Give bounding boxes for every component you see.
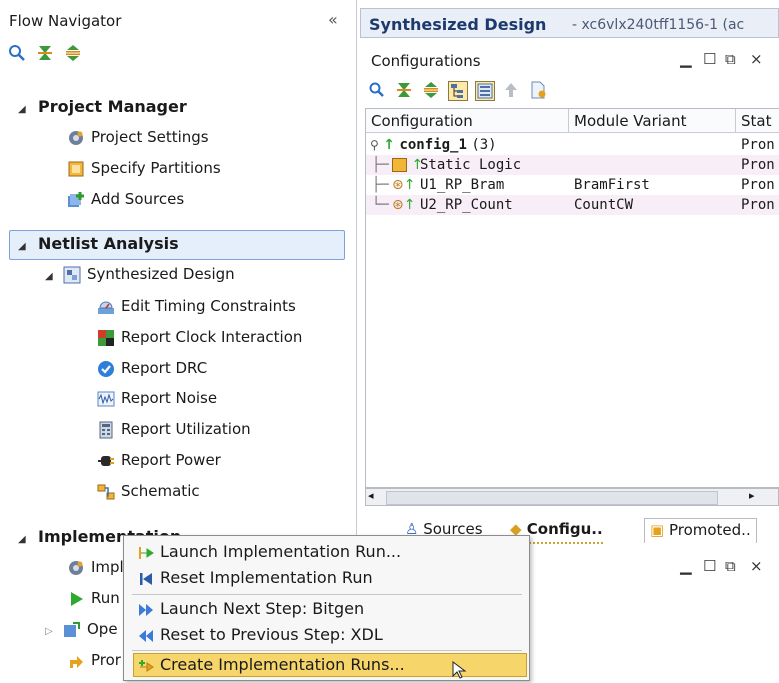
open-design-icon	[63, 621, 81, 639]
collapse-triangle-icon[interactable]: ◢	[18, 95, 28, 125]
column-header-module-variant[interactable]: Module Variant	[569, 109, 736, 133]
scroll-left-icon[interactable]: ◂	[368, 489, 374, 502]
menu-separator	[132, 650, 522, 651]
design-part-subtitle: - xc6vlx240tff1156-1 (ac	[572, 17, 745, 33]
flow-navigator-header: Flow Navigator «	[0, 0, 356, 40]
nav-item-run-implementation[interactable]: Run	[67, 583, 120, 614]
configurations-table: Configuration Module Variant Stat ⚲ ↑ co…	[365, 108, 779, 488]
flow-navigator-toolbar	[7, 43, 86, 63]
scroll-right-icon[interactable]: ▸	[749, 489, 755, 502]
expand-all-icon[interactable]	[422, 81, 442, 101]
nav-item-implementation-settings[interactable]: Impl	[67, 552, 124, 583]
flat-view-icon[interactable]	[475, 81, 496, 101]
nav-item-schematic[interactable]: Schematic	[97, 476, 200, 507]
scrollbar-thumb[interactable]	[386, 491, 718, 505]
nav-item-synthesized-design[interactable]: ◢ Synthesized Design	[45, 259, 235, 290]
table-row[interactable]: └─ ⊛↑ U2_RP_Count CountCW Pron	[366, 195, 779, 215]
table-row[interactable]: ⚲ ↑ config_1 (3) Pron	[366, 135, 779, 155]
reconfigurable-partition-icon: ⊛↑	[392, 197, 416, 213]
nav-item-promote[interactable]: Pror	[67, 645, 121, 676]
utilization-icon	[97, 421, 115, 439]
horizontal-scrollbar[interactable]: ◂ ▸	[365, 488, 779, 506]
column-header-configuration[interactable]: Configuration	[366, 109, 569, 133]
restore-icon[interactable]: ⧉	[725, 557, 736, 575]
minimize-icon[interactable]: ▁	[680, 557, 692, 575]
section-netlist-analysis[interactable]: ◢ Netlist Analysis	[18, 229, 179, 259]
create-runs-icon	[138, 658, 154, 674]
nav-item-report-utilization[interactable]: Report Utilization	[97, 414, 251, 445]
close-icon[interactable]: ×	[750, 557, 763, 575]
design-icon	[63, 266, 81, 284]
expand-triangle-icon[interactable]: ▷	[45, 616, 55, 647]
reconfigurable-partition-icon: ⊛↑	[392, 177, 416, 193]
section-project-manager[interactable]: ◢ Project Manager	[18, 92, 187, 122]
maximize-icon[interactable]: ☐	[703, 557, 716, 575]
config-tree-node: ⚲ ↑ config_1 (3)	[370, 137, 497, 153]
menu-item-launch-implementation-run[interactable]: Launch Implementation Run...	[138, 539, 401, 565]
menu-separator	[132, 594, 522, 595]
collapse-panel-button[interactable]: «	[328, 10, 338, 29]
nav-item-report-power[interactable]: Report Power	[97, 445, 221, 476]
configurations-title: Configurations	[371, 52, 481, 70]
menu-item-launch-next-step[interactable]: Launch Next Step: Bitgen	[138, 596, 364, 622]
noise-waveform-icon	[97, 390, 115, 408]
configurations-toolbar	[368, 81, 551, 101]
timing-constraints-icon	[97, 298, 115, 316]
search-icon[interactable]	[7, 43, 27, 63]
run-play-icon	[67, 590, 85, 608]
promote-arrow-icon	[67, 652, 85, 670]
promote-disabled-icon[interactable]	[502, 81, 522, 101]
collapse-all-icon[interactable]	[35, 43, 55, 63]
gear-icon	[67, 129, 85, 147]
column-header-status[interactable]: Stat	[736, 109, 779, 133]
search-icon[interactable]	[368, 81, 388, 101]
nav-item-edit-timing-constraints[interactable]: Edit Timing Constraints	[97, 291, 296, 322]
menu-item-reset-previous-step[interactable]: Reset to Previous Step: XDL	[138, 622, 383, 648]
launch-run-icon	[138, 545, 154, 561]
nav-item-add-sources[interactable]: Add Sources	[67, 184, 184, 215]
collapse-all-icon[interactable]	[395, 81, 415, 101]
schematic-icon	[97, 483, 115, 501]
nav-item-report-clock-interaction[interactable]: Report Clock Interaction	[97, 322, 302, 353]
design-title-bar: Synthesized Design - xc6vlx240tff1156-1 …	[360, 8, 779, 38]
nav-item-report-noise[interactable]: Report Noise	[97, 383, 217, 414]
tab-promoted[interactable]: ▣ Promoted..	[644, 518, 757, 543]
add-sources-icon	[67, 191, 85, 209]
nav-item-specify-partitions[interactable]: Specify Partitions	[67, 153, 221, 184]
nav-item-project-settings[interactable]: Project Settings	[67, 122, 209, 153]
close-icon[interactable]: ×	[750, 50, 763, 68]
table-row[interactable]: ├─ ↑ Static Logic Pron	[366, 155, 779, 175]
nav-item-open-implemented[interactable]: ▷ Ope	[45, 614, 118, 645]
expand-all-icon[interactable]	[63, 43, 83, 63]
design-title: Synthesized Design	[369, 15, 547, 34]
clock-interaction-icon	[97, 329, 115, 347]
nav-item-report-drc[interactable]: Report DRC	[97, 353, 207, 384]
table-row[interactable]: ├─ ⊛↑ U1_RP_Bram BramFirst Pron	[366, 175, 779, 195]
context-menu: Launch Implementation Run... Reset Imple…	[123, 535, 530, 681]
static-logic-icon: ↑	[392, 155, 423, 175]
menu-item-reset-implementation-run[interactable]: Reset Implementation Run	[138, 565, 373, 591]
gear-icon	[67, 559, 85, 577]
next-step-icon	[138, 602, 154, 618]
mouse-cursor-icon	[452, 661, 468, 683]
maximize-icon[interactable]: ☐	[703, 50, 716, 68]
flow-navigator-title: Flow Navigator	[9, 12, 122, 30]
minimize-icon[interactable]: ▁	[680, 50, 692, 68]
reset-run-icon	[138, 571, 154, 587]
collapse-triangle-icon[interactable]: ◢	[18, 232, 28, 262]
drc-check-icon	[97, 360, 115, 378]
power-plug-icon	[97, 452, 115, 470]
restore-icon[interactable]: ⧉	[725, 50, 736, 68]
configurations-header: Configurations ▁ ☐ ⧉ ×	[365, 44, 779, 74]
collapse-triangle-icon[interactable]: ◢	[45, 261, 55, 292]
tree-expand-icon[interactable]: ⚲	[370, 138, 379, 152]
partition-icon	[67, 160, 85, 178]
previous-step-icon	[138, 628, 154, 644]
hierarchy-view-icon[interactable]	[448, 81, 469, 101]
promoted-arrow-icon: ↑	[383, 137, 395, 153]
new-configuration-icon[interactable]	[529, 81, 549, 101]
collapse-triangle-icon[interactable]: ◢	[18, 525, 28, 555]
